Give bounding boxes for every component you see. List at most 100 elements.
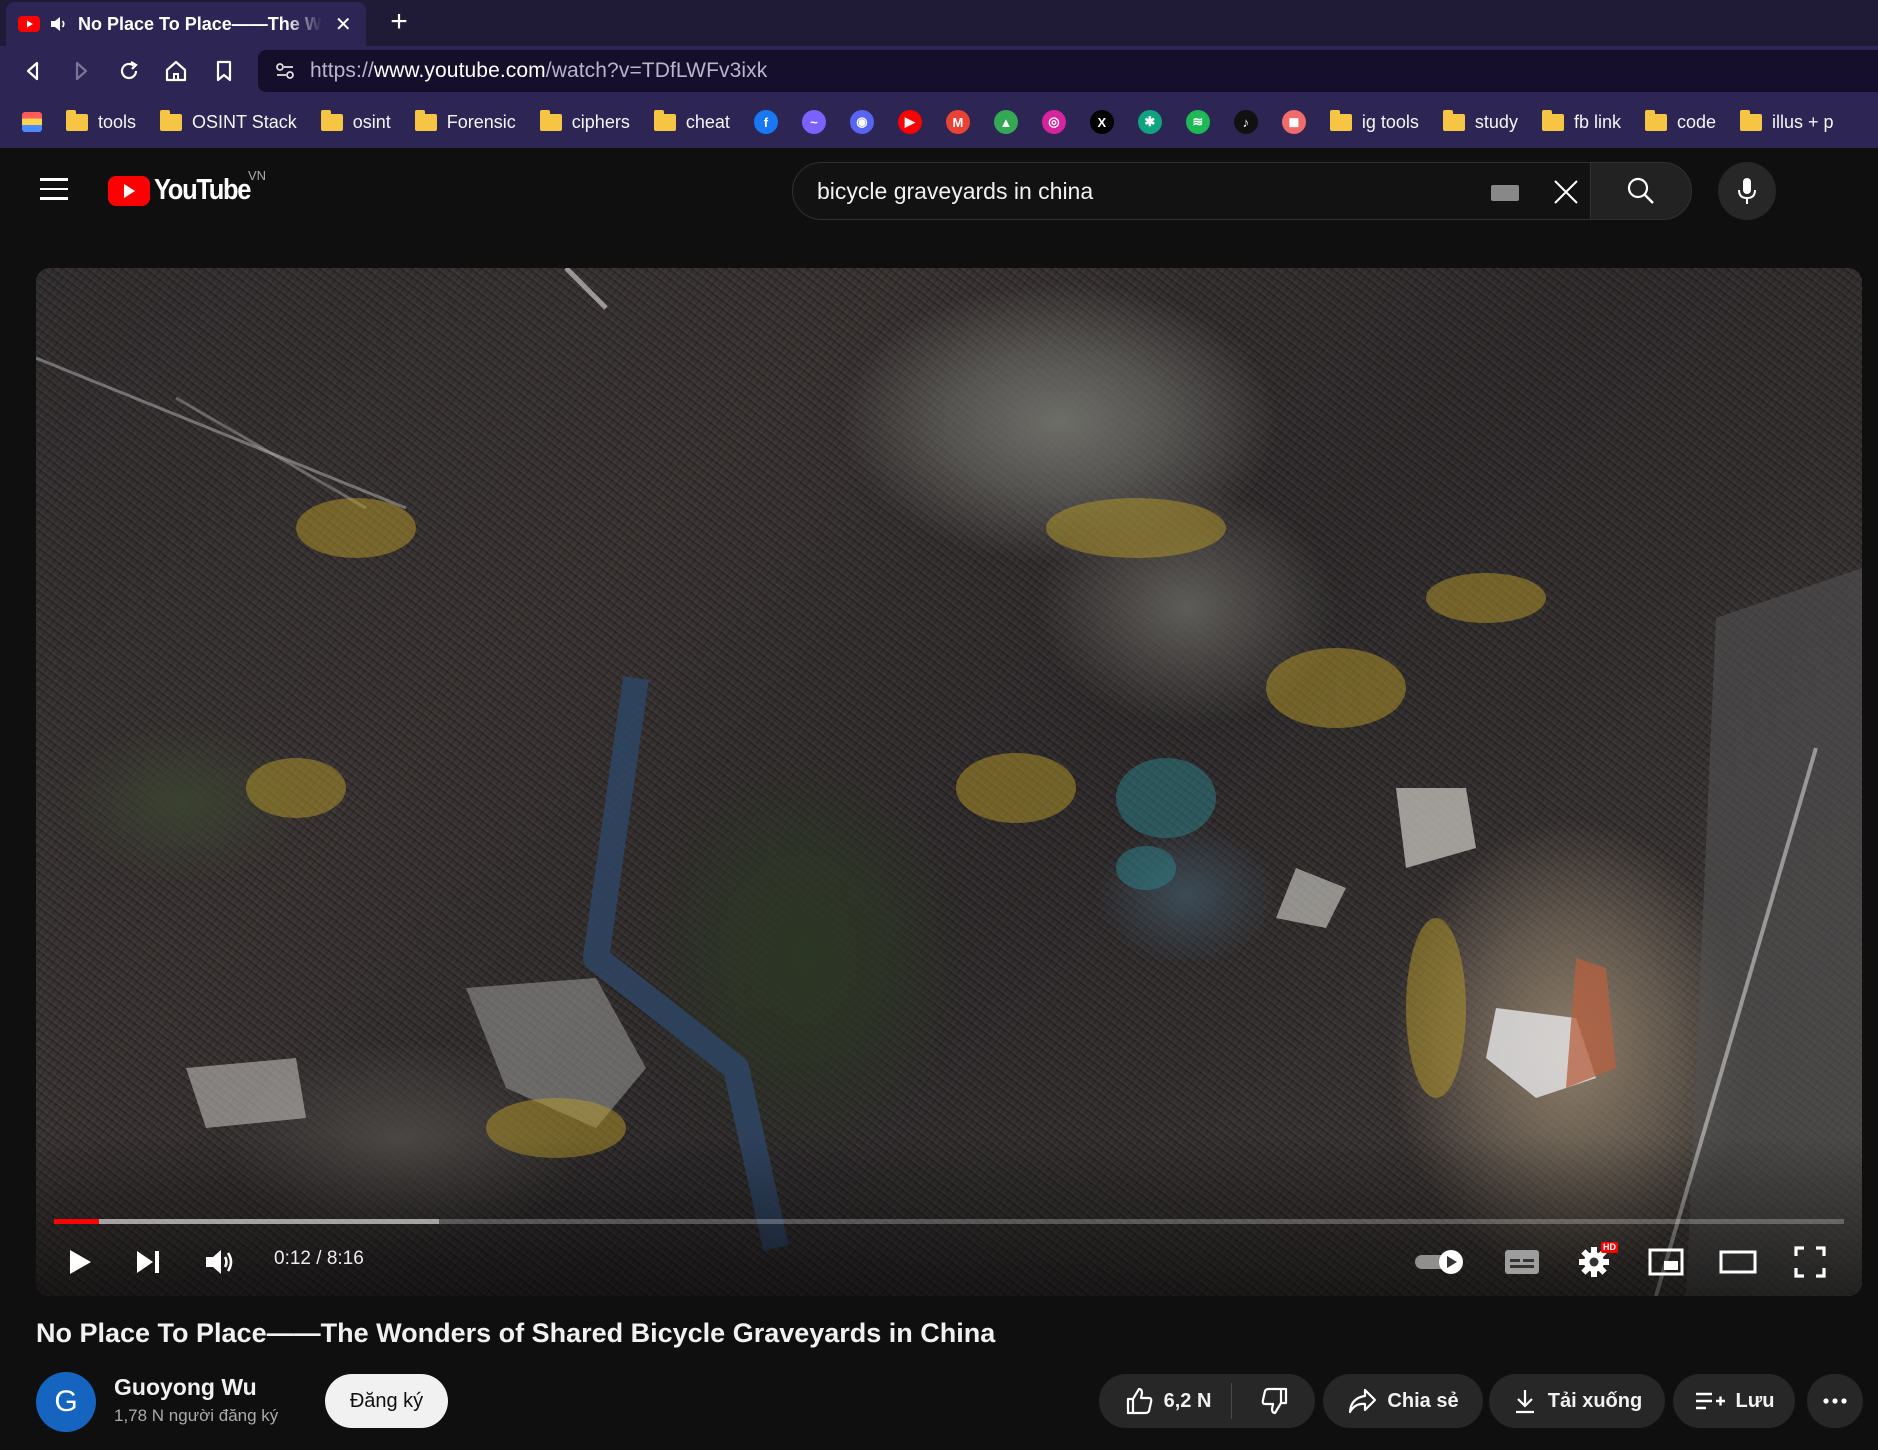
progress-played [54, 1219, 99, 1224]
search-input[interactable]: bicycle graveyards in china [792, 162, 1630, 220]
folder-icon [653, 109, 676, 131]
theater-mode-button[interactable] [1714, 1238, 1762, 1286]
folder-icon [66, 109, 88, 131]
play-icon [67, 1248, 93, 1276]
like-button[interactable]: 6,2 N [1106, 1383, 1233, 1419]
instagram-icon[interactable]: ◎ [1041, 110, 1066, 134]
share-label: Chia sẻ [1387, 1389, 1459, 1412]
volume-icon [204, 1248, 236, 1276]
google-drive-icon[interactable]: ▲ [993, 110, 1018, 134]
spotify-icon[interactable]: ≋ [1185, 110, 1210, 134]
folder-icon [1740, 109, 1763, 131]
hd-badge: HD [1601, 1242, 1618, 1253]
reload-icon[interactable] [116, 58, 142, 84]
facebook-icon[interactable]: f [753, 110, 778, 134]
back-icon[interactable] [20, 58, 46, 84]
bookmark-folder[interactable]: cheat [653, 109, 730, 133]
progress-bar[interactable] [54, 1219, 1844, 1224]
youtube-icon[interactable]: ▶ [897, 110, 922, 134]
folder-icon [1442, 109, 1465, 131]
microphone-icon [1736, 176, 1758, 206]
folder-icon [414, 109, 437, 131]
settings-button[interactable]: HD [1570, 1238, 1618, 1286]
gmail-icon[interactable]: M [945, 110, 970, 134]
tiktok-icon[interactable]: ♪ [1233, 110, 1258, 134]
forward-icon[interactable] [68, 58, 94, 84]
folder-icon [1541, 109, 1564, 131]
bookmark-label: study [1474, 111, 1518, 132]
youtube-logo[interactable]: YouTube [108, 174, 263, 207]
fullscreen-button[interactable] [1786, 1238, 1834, 1286]
discord-icon[interactable]: ◉ [849, 110, 874, 134]
bookmark-folder[interactable]: osint [320, 109, 391, 133]
tab-title: No Place To Place——The Wonders of Shared… [78, 13, 322, 34]
bookmark-folder[interactable]: illus + p [1740, 109, 1834, 133]
bookmark-label: ciphers [571, 111, 630, 132]
bookmark-label: osint [352, 111, 391, 132]
subtitles-button[interactable] [1498, 1238, 1546, 1286]
keyboard-icon[interactable] [1491, 185, 1519, 201]
browser-tab[interactable]: No Place To Place——The Wonders of Shared… [6, 2, 366, 46]
share-icon [1347, 1387, 1377, 1415]
bookmark-label: code [1676, 111, 1717, 132]
download-icon [1512, 1387, 1538, 1415]
url-text: https://www.youtube.com/watch?v=TDfLWFv3… [310, 59, 767, 83]
autoplay-toggle[interactable] [1412, 1238, 1468, 1286]
bookmark-icon[interactable] [211, 58, 237, 84]
home-icon[interactable] [163, 58, 189, 84]
folder-icon [160, 109, 183, 131]
next-icon [134, 1249, 162, 1275]
bookmarks-bar: tools OSINT Stack osint Forensic ciphers chea… [0, 96, 1878, 148]
new-tab-button[interactable]: + [384, 7, 414, 38]
subscribe-button[interactable]: Đăng ký [325, 1374, 448, 1428]
chatgpt-icon[interactable]: ✱ [1137, 110, 1162, 134]
messenger-icon[interactable]: ~ [801, 110, 826, 134]
channel-name[interactable]: Guoyong Wu [114, 1374, 257, 1401]
dislike-button[interactable] [1242, 1386, 1308, 1416]
bookmark-folder[interactable]: ciphers [539, 109, 630, 133]
bookmark-folder[interactable]: OSINT Stack [160, 109, 297, 133]
folder-icon [1329, 109, 1352, 131]
bookmark-label: illus + p [1772, 111, 1834, 132]
theater-mode-icon [1719, 1249, 1757, 1275]
url-host: www.youtube.com [373, 59, 546, 82]
bookmark-folder[interactable]: ig tools [1329, 109, 1419, 133]
download-button[interactable]: Tải xuống [1489, 1374, 1665, 1428]
more-horizontal-icon [1823, 1398, 1847, 1404]
folder-icon [539, 109, 562, 131]
search-button[interactable] [1590, 162, 1692, 220]
apps-icon[interactable] [22, 112, 42, 132]
bookmark-folder[interactable]: fb link [1541, 109, 1621, 133]
volume-button[interactable] [196, 1238, 244, 1286]
video-player[interactable]: 0:12 / 8:16 HD [36, 268, 1862, 1296]
next-button[interactable] [126, 1238, 170, 1286]
subtitles-icon [1504, 1249, 1540, 1275]
address-bar[interactable]: https://www.youtube.com/watch?v=TDfLWFv3… [258, 50, 1878, 92]
bookmark-label: Forensic [446, 111, 516, 132]
like-count: 6,2 N [1163, 1389, 1212, 1412]
x-icon[interactable]: X [1089, 110, 1114, 134]
clear-search-icon[interactable] [1551, 177, 1581, 207]
play-button[interactable] [58, 1238, 102, 1286]
bookmark-folder[interactable]: Forensic [414, 109, 516, 133]
channel-avatar[interactable]: G [36, 1372, 96, 1432]
youtube-favicon-icon [18, 16, 40, 32]
speaker-icon[interactable] [50, 16, 68, 32]
search-icon [1626, 176, 1656, 206]
save-button[interactable]: Lưu [1673, 1374, 1795, 1428]
site-info-icon[interactable] [274, 60, 296, 82]
youtube-play-logo-icon [108, 175, 150, 206]
bookmark-label: ig tools [1361, 111, 1419, 132]
share-button[interactable]: Chia sẻ [1323, 1374, 1483, 1428]
bookmark-folder[interactable]: code [1644, 109, 1717, 133]
miniplayer-button[interactable] [1642, 1238, 1690, 1286]
more-actions-button[interactable] [1807, 1374, 1863, 1428]
hamburger-menu-icon[interactable] [40, 178, 68, 200]
tab-close-icon[interactable]: ✕ [332, 12, 354, 37]
bookmark-folder[interactable]: tools [66, 109, 137, 133]
bookmark-folder[interactable]: study [1442, 109, 1518, 133]
thumbs-up-icon [1124, 1386, 1154, 1416]
bookmark-label: tools [98, 111, 137, 132]
voice-search-button[interactable] [1718, 162, 1776, 220]
app-icon[interactable]: ◼ [1281, 110, 1306, 134]
